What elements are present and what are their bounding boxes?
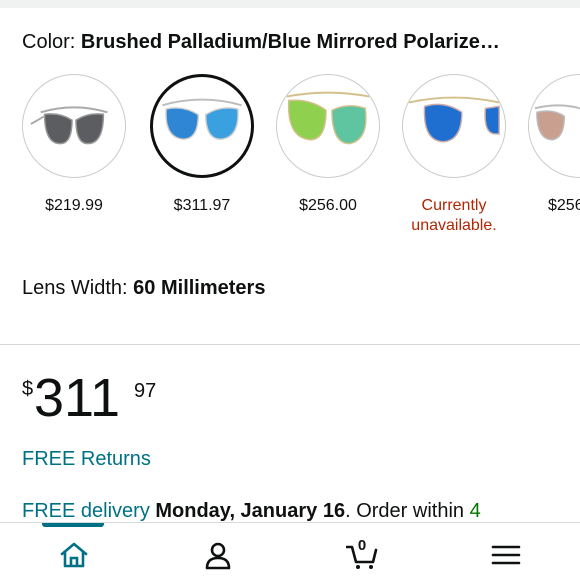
delivery-info: FREE delivery Monday, January 16. Order … [22, 500, 481, 523]
free-delivery-link[interactable]: FREE delivery [22, 500, 150, 522]
order-within-time: 4 [469, 500, 481, 522]
delivery-date: Monday, January 16 [155, 500, 346, 522]
swatch-image [276, 74, 380, 178]
lens-width-label: Lens Width: [22, 277, 134, 299]
swatch-image [22, 74, 126, 178]
person-icon [205, 542, 231, 570]
swatch-image [528, 74, 580, 178]
color-selection-row: Color: Brushed Palladium/Blue Mirrored P… [22, 31, 562, 54]
swatch-price: $256.00 [299, 197, 357, 214]
hamburger-menu-icon [491, 545, 521, 565]
lens-width-value: 60 Millimeters [133, 277, 266, 299]
sunglasses-icon [30, 106, 108, 145]
section-divider [0, 344, 580, 345]
lens-width-row: Lens Width: 60 Millimeters [22, 277, 265, 300]
sunglasses-icon [408, 96, 500, 143]
price-currency: $ [22, 378, 34, 400]
color-value: Brushed Palladium/Blue Mirrored Polarize… [80, 31, 500, 53]
home-icon [60, 542, 88, 568]
swatch-image [150, 74, 254, 178]
cart-count-badge: 0 [357, 537, 367, 554]
price-fraction: 97 [134, 380, 157, 402]
nav-cart[interactable]: 0 [322, 523, 402, 580]
swatch-image [402, 74, 506, 178]
swatch-price: Currently unavailable. [411, 197, 497, 234]
swatch-price: $219.99 [45, 197, 103, 214]
order-within-text: . Order within [345, 500, 470, 522]
swatch-gray-lens[interactable]: $219.99 [20, 74, 128, 216]
price-whole: 311 [34, 368, 121, 428]
bottom-nav-bar: 0 [0, 522, 580, 580]
color-label: Color: [22, 31, 81, 53]
nav-menu[interactable] [466, 523, 546, 580]
swatch-price: $311.97 [173, 197, 231, 214]
swatch-green-mirror[interactable]: $256.00 [274, 74, 382, 216]
color-swatches: $219.99 $311.97 $256.00 Currently unavai… [0, 74, 580, 244]
swatch-copper-lens[interactable]: $256 [526, 74, 580, 216]
swatch-blue-mirror[interactable]: $311.97 [148, 74, 256, 216]
nav-account[interactable] [178, 523, 258, 580]
nav-home[interactable] [34, 523, 114, 580]
sunglasses-icon [534, 104, 580, 141]
free-returns-link[interactable]: FREE Returns [22, 448, 151, 471]
swatch-price: $256 [548, 197, 580, 214]
sunglasses-icon [286, 91, 370, 145]
swatch-deep-blue-mirror[interactable]: Currently unavailable. [400, 74, 508, 236]
sunglasses-icon [162, 98, 242, 140]
top-strip [0, 0, 580, 8]
